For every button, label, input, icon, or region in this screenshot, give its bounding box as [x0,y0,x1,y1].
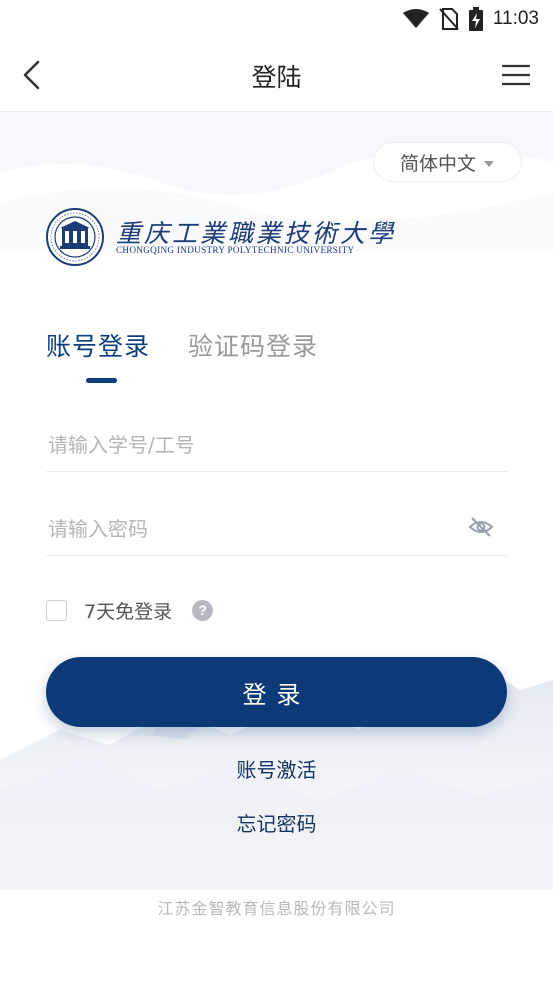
help-icon[interactable]: ? [192,599,214,621]
activate-account-row: 账号激活 [0,754,553,783]
forgot-password-row: 忘记密码 [0,808,553,837]
password-field-container [46,502,508,556]
footer-company: 江苏金智教育信息股份有限公司 [157,899,396,918]
remember-label: 7天免登录 [84,600,173,623]
page-title: 登陆 [251,63,302,92]
username-input[interactable] [46,418,508,471]
university-seal-icon [46,208,104,266]
forgot-password-link[interactable]: 忘记密码 [237,812,317,836]
language-label: 简体中文 [400,152,477,175]
chevron-down-icon [484,160,495,167]
username-field-container [46,418,508,472]
battery-charging-icon [468,7,483,31]
wifi-icon [402,9,429,28]
menu-icon[interactable] [501,64,531,86]
tab-account-login[interactable]: 账号登录 [46,327,150,363]
login-button[interactable]: 登录 [46,657,507,727]
university-logo: 重庆工業職業技術大學 CHONGQING INDUSTRY POLYTECHNI… [46,208,393,266]
nav-bar: 登陆 [0,38,553,112]
language-select[interactable]: 简体中文 [373,142,522,182]
tab-sms-login[interactable]: 验证码登录 [188,327,318,363]
status-bar: 11:03 [0,0,553,38]
university-name-en: CHONGQING INDUSTRY POLYTECHNIC UNIVERSIT… [116,245,355,255]
status-time: 11:03 [492,8,539,29]
no-sim-icon [439,8,459,30]
activate-account-link[interactable]: 账号激活 [237,758,317,782]
remember-row: 7天免登录 ? [46,596,214,624]
eye-off-icon[interactable] [468,516,494,538]
remember-checkbox[interactable] [46,599,67,621]
tab-indicator [86,378,117,383]
password-input[interactable] [46,502,508,555]
